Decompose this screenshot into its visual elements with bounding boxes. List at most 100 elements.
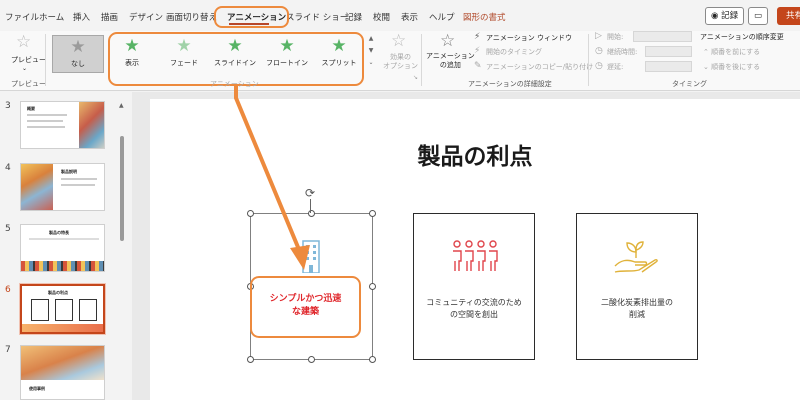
tab-review[interactable]: 校閲: [373, 11, 390, 23]
thumbnail-text-line: [61, 178, 97, 180]
delay-label: 遅延:: [607, 63, 624, 71]
animation-none[interactable]: ★ なし: [52, 35, 104, 73]
preview-button[interactable]: プレビュー: [11, 55, 46, 65]
timing-group-label: タイミング: [672, 80, 707, 88]
move-earlier-button[interactable]: ⌃ 順番を前にする: [703, 47, 760, 57]
add-animation-icon: ☆: [440, 31, 456, 51]
start-icon: ▷: [595, 31, 602, 41]
thumbnail-photo: [79, 102, 104, 148]
record-button[interactable]: ◉ 記録: [705, 7, 745, 25]
thumbnail-title: 製品の特長: [49, 230, 69, 235]
thumbnail-number: 3: [5, 101, 11, 111]
thumbnail-photo: [21, 346, 104, 380]
none-star-icon: ★: [70, 37, 86, 57]
tab-slideshow[interactable]: スライド ショー: [286, 11, 348, 23]
tab-view[interactable]: 表示: [401, 11, 418, 23]
card-2[interactable]: [413, 213, 535, 360]
duration-spinner[interactable]: [645, 46, 692, 57]
thumbnail-scrollbar[interactable]: [120, 136, 124, 241]
start-dropdown[interactable]: [633, 31, 692, 42]
thumbnail-text-line: [29, 238, 99, 240]
thumbnail-card: [31, 299, 49, 321]
ribbon-separator: [588, 34, 589, 86]
animation-pane-icon: ⚡: [474, 32, 481, 42]
card-3[interactable]: [576, 213, 698, 360]
resize-handle[interactable]: [369, 356, 376, 363]
gallery-scroll[interactable]: ▲ ▼ ⌄: [366, 33, 376, 73]
preview-dropdown-icon[interactable]: ⌄: [22, 65, 27, 72]
thumbnail-number: 4: [5, 163, 11, 173]
share-button[interactable]: 共有: [777, 7, 800, 25]
animation-launcher-icon[interactable]: ↘: [413, 74, 418, 81]
preview-star-icon: ☆: [16, 32, 32, 52]
thumbnail-title: 製品説明: [61, 169, 77, 174]
tab-design[interactable]: デザイン: [129, 11, 163, 23]
advanced-animation-group-label: アニメーションの詳細設定: [468, 80, 552, 88]
card-2-text[interactable]: コミュニティの交流のため の空間を創出: [413, 297, 535, 321]
resize-handle[interactable]: [369, 283, 376, 290]
thumbnail-photo: [21, 164, 53, 210]
start-label: 開始:: [607, 33, 624, 41]
thumbnail-text-line: [27, 114, 67, 116]
slide-title[interactable]: 製品の利点: [395, 137, 555, 171]
move-later-button[interactable]: ⌄ 順番を後にする: [703, 62, 760, 72]
comments-button[interactable]: ▭: [748, 7, 768, 25]
rotation-handle-stem: [310, 199, 311, 213]
thumbnail-text-line: [27, 126, 65, 128]
tab-insert[interactable]: 挿入: [73, 11, 90, 23]
thumbnail-number: 7: [5, 345, 11, 355]
building-icon: [302, 240, 320, 273]
thumbnail-text-line: [27, 120, 63, 122]
people-icon: [453, 240, 498, 271]
tab-transitions[interactable]: 画面切り替え: [166, 11, 217, 23]
tab-home[interactable]: ホーム: [39, 11, 64, 23]
slide-thumbnail-5[interactable]: 製品の特長: [20, 224, 105, 272]
slide-thumbnail-3[interactable]: 概要: [20, 101, 105, 149]
slide-thumbnail-4[interactable]: 製品説明: [20, 163, 105, 211]
preview-group-label: プレビュー: [11, 80, 46, 88]
gallery-down-icon[interactable]: ▼: [366, 45, 376, 57]
rotation-handle-icon[interactable]: ⟳: [305, 186, 315, 200]
resize-handle[interactable]: [247, 210, 254, 217]
thumbnail-title: 製品の利点: [48, 290, 68, 295]
thumbnail-scroll-up-icon[interactable]: ▲: [119, 102, 124, 109]
menu-bar: ファイル ホーム 挿入 描画 デザイン 画面切り替え アニメーション スライド …: [0, 0, 800, 31]
duration-icon: ◷: [595, 46, 603, 56]
gallery-up-icon[interactable]: ▲: [366, 33, 376, 45]
tab-help[interactable]: ヘルプ: [429, 11, 455, 23]
delay-icon: ◷: [595, 61, 603, 71]
effect-options-button[interactable]: 効果の オプション: [383, 53, 418, 71]
record-label: 記録: [721, 11, 739, 21]
slide-thumbnail-7[interactable]: 使用事例: [20, 345, 105, 400]
thumbnail-number: 6: [5, 285, 11, 295]
thumbnail-title: 使用事例: [29, 386, 45, 391]
tab-file[interactable]: ファイル: [5, 11, 39, 23]
plant-hand-icon: [614, 241, 658, 273]
move-earlier-label: 順番を前にする: [711, 48, 761, 56]
card-3-text[interactable]: 二酸化炭素排出量の 削減: [576, 297, 698, 321]
slide-thumbnail-6[interactable]: 製品の利点: [19, 283, 106, 335]
ribbon-separator: [45, 34, 46, 86]
move-later-label: 順番を後にする: [711, 63, 761, 71]
resize-handle[interactable]: [308, 356, 315, 363]
tab-shape-format[interactable]: 図形の書式: [463, 11, 506, 23]
card-1-text[interactable]: シンプルかつ迅速 な建築: [252, 293, 359, 319]
reorder-title: アニメーションの順序変更: [700, 33, 784, 41]
tab-highlight-callout: [214, 6, 289, 28]
comment-icon: ▭: [753, 11, 763, 21]
animation-gallery-callout: [108, 32, 364, 86]
thumbnail-text-line: [61, 184, 95, 186]
trigger-icon: ⚡: [474, 46, 481, 56]
tab-record[interactable]: 記録: [345, 11, 362, 23]
animation-pane-button[interactable]: アニメーション ウィンドウ: [486, 33, 572, 43]
animation-group-label: アニメーション: [210, 80, 259, 88]
gallery-more-icon[interactable]: ⌄: [366, 57, 376, 69]
resize-handle[interactable]: [247, 356, 254, 363]
duration-label: 継続時間:: [607, 48, 638, 56]
tab-draw[interactable]: 描画: [101, 11, 118, 23]
animation-painter-button[interactable]: アニメーションのコピー/貼り付け: [486, 62, 593, 72]
add-animation-button[interactable]: アニメーション の追加: [426, 52, 475, 70]
delay-spinner[interactable]: [645, 61, 692, 72]
trigger-button[interactable]: 開始のタイミング: [486, 47, 542, 57]
resize-handle[interactable]: [369, 210, 376, 217]
